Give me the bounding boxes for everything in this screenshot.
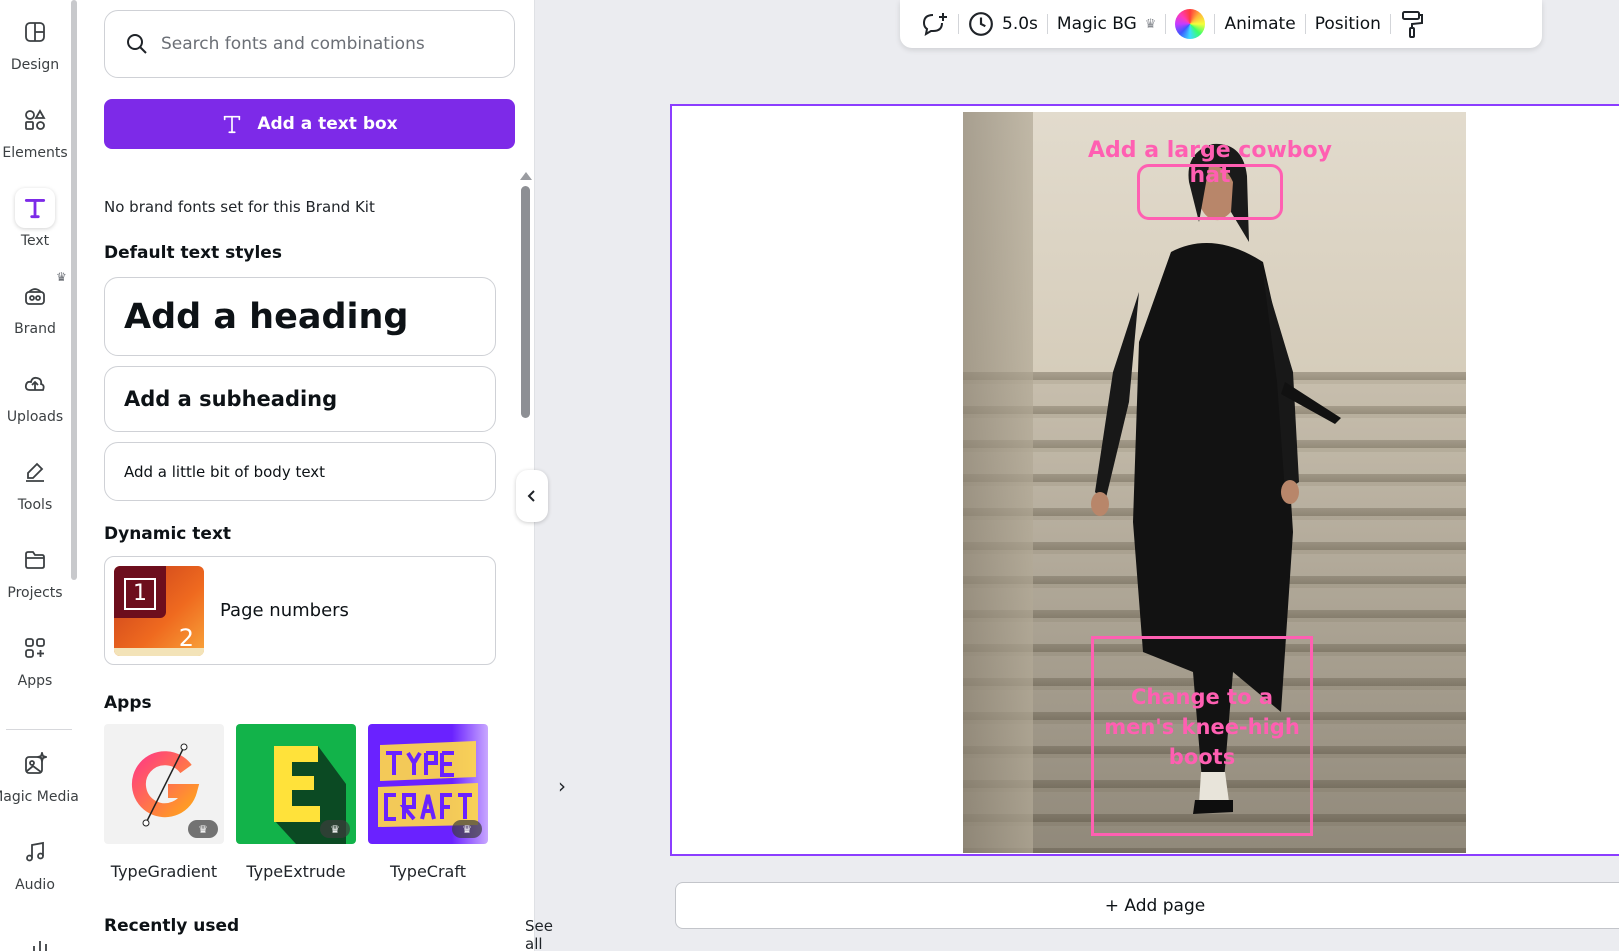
apps-row: ♛ TypeGradient ♛ TypeExtrude ♛ TypeCraft [104,724,488,881]
rail-item-tools[interactable]: Tools [0,452,70,513]
typeextrude-thumbnail: ♛ [236,724,356,844]
rail-item-uploads[interactable]: Uploads [0,364,70,425]
app-typecraft[interactable]: ♛ TypeCraft [368,724,488,881]
app-name: TypeExtrude [246,862,346,881]
rail-item-audio[interactable]: Audio [0,832,70,893]
dynamic-text-title: Dynamic text [104,524,232,544]
animate-button[interactable]: Animate [1215,14,1304,34]
rail-label: Text [20,233,50,249]
rail-item-elements[interactable]: Elements [0,100,70,161]
scroll-up-icon[interactable] [520,172,532,180]
font-search[interactable] [104,10,515,78]
left-rail: Design Elements Text ♛ Brand Uploads Too… [0,0,79,951]
add-text-box-button[interactable]: Add a text box [104,99,515,149]
position-button[interactable]: Position [1306,14,1390,34]
collapse-panel-button[interactable] [516,470,548,522]
apps-grid-icon [15,628,55,668]
rail-label: Projects [7,585,63,601]
panel-scrollbar[interactable] [520,172,532,592]
duration-button[interactable]: 5.0s [959,11,1047,37]
recently-used-title: Recently used [104,916,240,936]
crown-icon: ♛ [1144,16,1157,32]
cloud-upload-icon [15,364,55,404]
scroll-thumb[interactable] [521,186,530,418]
clock-icon [969,12,993,36]
rail-label: Elements [2,145,68,161]
rail-label: Tools [17,497,53,513]
color-wheel-icon [1175,9,1206,39]
search-icon [127,34,147,54]
page-numbers-thumbnail: 1 2 [114,565,204,656]
rail-label: Magic Media [0,789,79,805]
copy-style-button[interactable] [1391,10,1433,38]
add-body-text-card[interactable]: Add a little bit of body text [104,442,496,501]
rail-divider [6,729,72,730]
app-name: TypeGradient [110,862,218,881]
search-input[interactable] [161,34,481,54]
color-button[interactable] [1166,9,1214,39]
element-toolbar: 5.0s Magic BG ♛ Animate Position [900,0,1542,48]
chevron-right-icon[interactable]: › [558,774,566,798]
app-name: TypeCraft [390,862,466,881]
thumb-number-one: 1 [124,577,156,610]
pen-icon [15,452,55,492]
chart-icon[interactable] [28,936,52,951]
brand-icon [15,276,55,316]
default-styles-title: Default text styles [104,243,282,263]
magic-image-icon [15,744,55,784]
rail-item-apps[interactable]: Apps [0,628,70,689]
rail-label: Design [10,57,60,73]
text-icon [224,115,241,134]
rail-item-projects[interactable]: Projects [0,540,70,601]
crown-icon: ♛ [188,820,218,838]
rail-label: Brand [14,321,56,337]
layout-icon [15,12,55,52]
typecraft-thumbnail: ♛ [368,724,488,844]
page-numbers-card[interactable]: 1 2 Page numbers [104,556,496,665]
add-text-box-label: Add a text box [257,114,398,134]
typegradient-logo-icon [131,743,200,827]
shapes-icon [15,100,55,140]
page-numbers-label: Page numbers [220,600,349,621]
rail-item-brand[interactable]: Brand [0,276,70,337]
typegradient-thumbnail: ♛ [104,724,224,844]
text-icon [15,188,55,228]
crown-icon: ♛ [452,820,482,838]
magic-bg-label: Magic BG [1056,14,1137,34]
rail-label: Audio [15,877,55,893]
app-typegradient[interactable]: ♛ TypeGradient [104,724,224,881]
photo-element[interactable]: Add a large cowboy hat Change to a men's… [963,112,1466,853]
annotation-hat-box [1137,164,1283,220]
chevron-left-icon [527,490,535,502]
comment-button[interactable] [912,11,958,37]
text-panel: Add a text box No brand fonts set for th… [78,0,566,951]
annotation-boots-text: Change to a men's knee-high boots [1104,685,1300,769]
rail-scrollbar[interactable] [71,0,77,580]
typecraft-logo-icon [378,741,478,827]
paint-roller-icon [1401,11,1423,38]
thumb-number-two: 2 [178,623,194,652]
rail-item-text[interactable]: Text [0,188,70,249]
brand-fonts-note: No brand fonts set for this Brand Kit [104,198,375,216]
folder-icon [15,540,55,580]
add-subheading-card[interactable]: Add a subheading [104,366,496,432]
apps-title: Apps [104,693,152,713]
rail-item-magic-media[interactable]: Magic Media [0,744,79,805]
rail-item-design[interactable]: Design [0,12,70,73]
duration-label: 5.0s [1002,14,1038,34]
see-all-link[interactable]: See all [525,917,553,951]
add-heading-card[interactable]: Add a heading [104,277,496,356]
rail-label: Apps [17,673,53,689]
crown-icon: ♛ [320,820,350,838]
magic-bg-button[interactable]: Magic BG ♛ [1048,14,1166,34]
music-note-icon [15,832,55,872]
add-page-button[interactable]: + Add page [675,882,1619,929]
app-typeextrude[interactable]: ♛ TypeExtrude [236,724,356,881]
comment-add-icon [922,13,947,37]
rail-label: Uploads [6,409,64,425]
design-canvas[interactable]: Add a large cowboy hat Change to a men's… [670,104,1619,856]
